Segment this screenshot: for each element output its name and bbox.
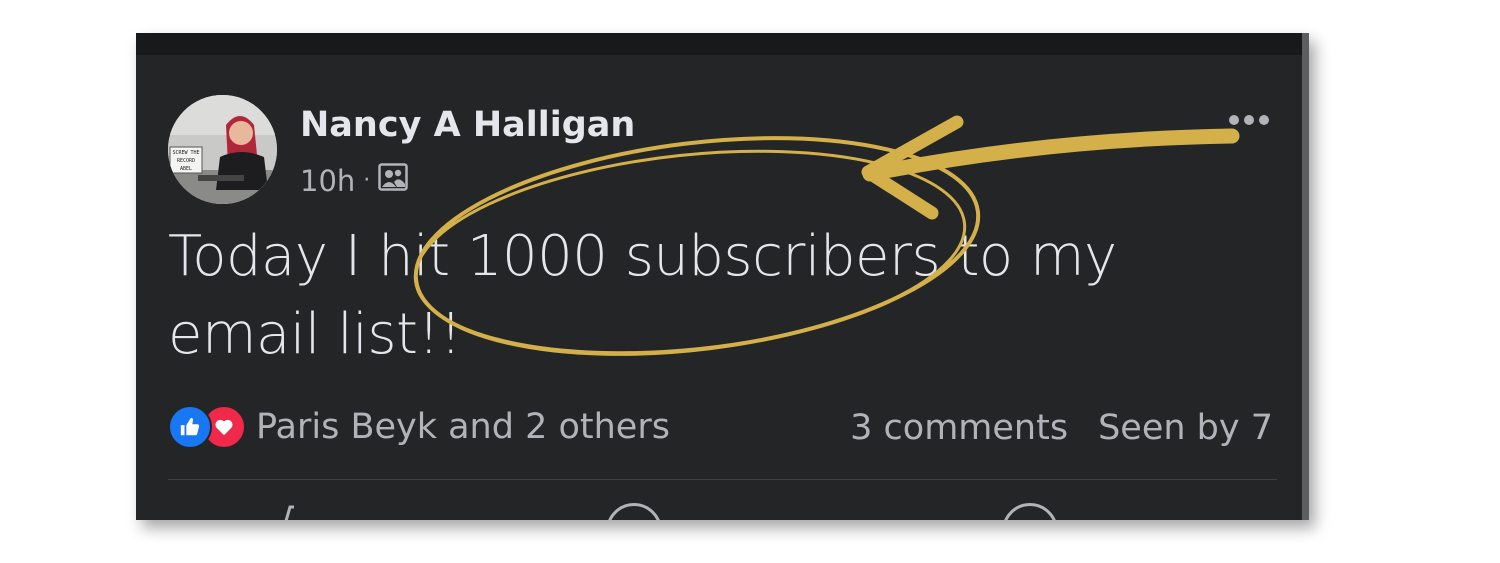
post-stats: 3 comments Seen by 7	[850, 408, 1273, 448]
sign-line-1: SCREW THE	[172, 150, 199, 156]
post-meta: 10h ·	[300, 163, 409, 198]
comment-icon[interactable]	[606, 503, 662, 520]
like-icon	[168, 405, 212, 449]
more-options-button[interactable]	[1229, 115, 1269, 125]
share-icon[interactable]	[1002, 503, 1058, 520]
divider	[168, 479, 1277, 480]
dot-icon	[1259, 115, 1269, 125]
comments-count[interactable]: 3 comments	[850, 408, 1068, 448]
post-card: SCREW THE RECORD ABEL Nancy A Halligan 1…	[136, 33, 1309, 520]
avatar-photo: SCREW THE RECORD ABEL	[168, 95, 277, 204]
post-time[interactable]: 10h	[300, 164, 355, 198]
sign-line-2: RECORD	[177, 158, 195, 164]
author-name[interactable]: Nancy A Halligan	[300, 105, 635, 145]
like-button-icon[interactable]	[276, 503, 306, 520]
meta-separator: ·	[363, 168, 371, 193]
seen-by-count[interactable]: Seen by 7	[1098, 408, 1273, 448]
avatar[interactable]: SCREW THE RECORD ABEL	[168, 95, 277, 204]
sign-line-3: ABEL	[180, 166, 192, 172]
top-bar	[136, 33, 1309, 55]
post-text: Today I hit 1000 subscribers to my email…	[168, 224, 1117, 367]
dot-icon	[1229, 115, 1239, 125]
friends-icon[interactable]	[378, 163, 409, 198]
scrollbar[interactable]	[1302, 33, 1309, 520]
reaction-summary[interactable]: Paris Beyk and 2 others	[168, 405, 670, 449]
reactions-text[interactable]: Paris Beyk and 2 others	[256, 407, 670, 447]
dot-icon	[1244, 115, 1254, 125]
